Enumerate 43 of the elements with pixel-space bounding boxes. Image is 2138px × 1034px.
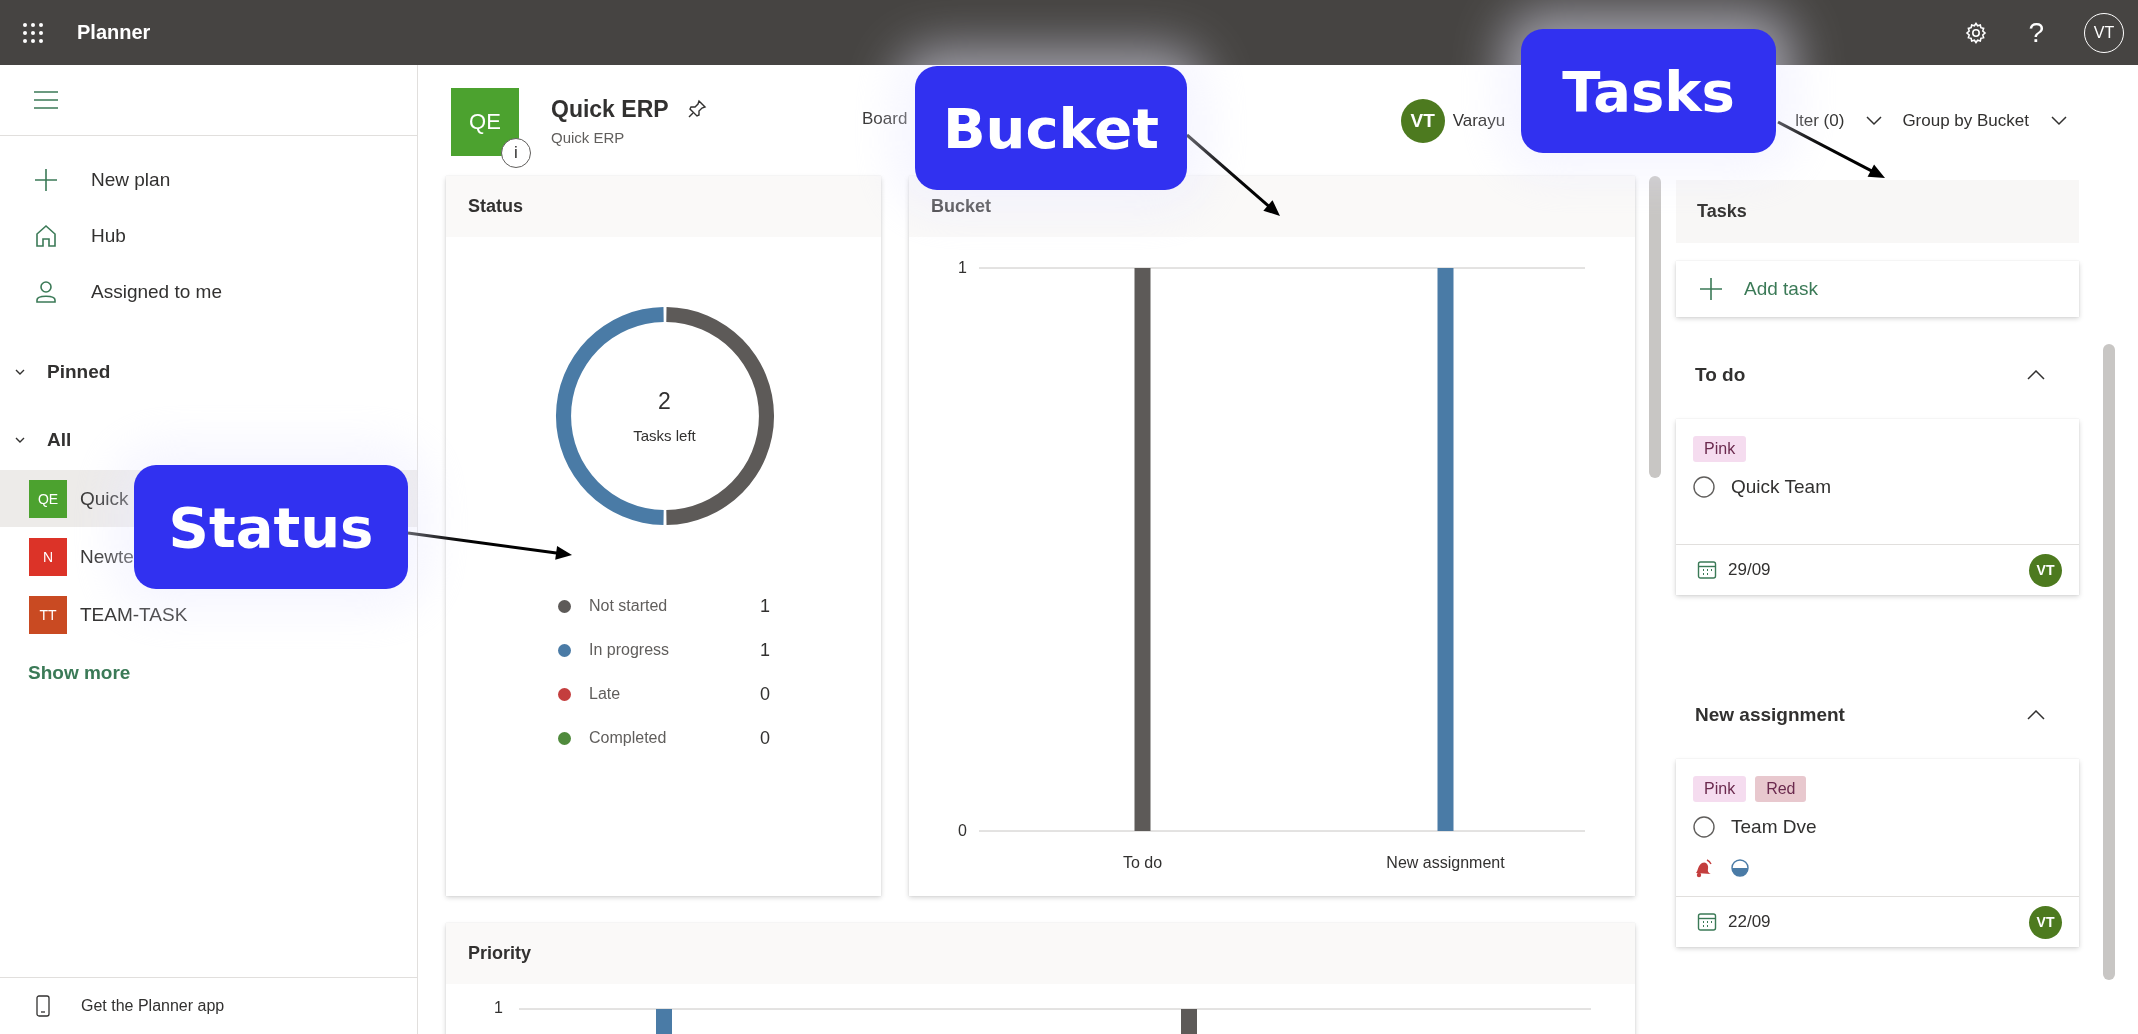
plan-title: Quick ERP — [551, 95, 669, 123]
legend-label: Completed — [589, 729, 668, 747]
category-label: New assignment — [1386, 854, 1505, 871]
plan-name: Newte — [80, 545, 134, 568]
axis-tick-label: 1 — [494, 999, 504, 1017]
callout-tooltip: Bucket — [915, 66, 1187, 190]
app-title: Planner — [77, 21, 151, 44]
label-tag: Pink — [1693, 436, 1747, 462]
legend-count: 0 — [760, 683, 770, 705]
callout-tooltip: Status — [134, 465, 408, 589]
plan-tile: N — [29, 537, 67, 576]
legend-label: In progress — [589, 641, 671, 659]
legend-count: 1 — [760, 639, 770, 661]
card-title: Bucket — [931, 196, 992, 217]
tasks-title: Tasks — [1697, 201, 1747, 222]
legend-count: 1 — [760, 595, 770, 617]
category-label: To do — [1122, 854, 1163, 871]
plan-name: TEAM-TASK — [80, 603, 188, 626]
legend-label: Not started — [589, 597, 669, 615]
axis-tick-label: 1 — [958, 259, 967, 276]
plan-tile: QE — [29, 479, 67, 518]
assignee-avatar: VT — [2029, 553, 2062, 587]
plan-name: Quick — [80, 487, 129, 510]
task-title: Quick Team — [1731, 476, 1831, 498]
label-tag: Pink — [1693, 776, 1747, 802]
label-tag: Red — [1755, 776, 1807, 802]
plan-tile: TT — [29, 595, 67, 634]
due-date: 29/09 — [1728, 560, 1772, 580]
legend-label: Late — [589, 685, 622, 703]
axis-tick-label: 0 — [958, 822, 967, 839]
card-title: Status — [468, 196, 523, 217]
callout-tooltip: Tasks — [1521, 29, 1776, 153]
due-date: 22/09 — [1728, 912, 1772, 932]
member-name: Varayu — [1452, 110, 1506, 131]
task-title: Team Dve — [1731, 816, 1817, 838]
legend-count: 0 — [760, 727, 770, 749]
tasks-left-label: Tasks left — [633, 427, 696, 444]
assignee-avatar: VT — [2029, 905, 2062, 939]
card-title: Priority — [468, 943, 532, 964]
tasks-left-count: 2 — [658, 388, 671, 415]
bucket-name: To do — [1695, 364, 1746, 386]
bucket-name: New assignment — [1695, 704, 1845, 726]
plan-subtitle: Quick ERP — [551, 128, 626, 146]
